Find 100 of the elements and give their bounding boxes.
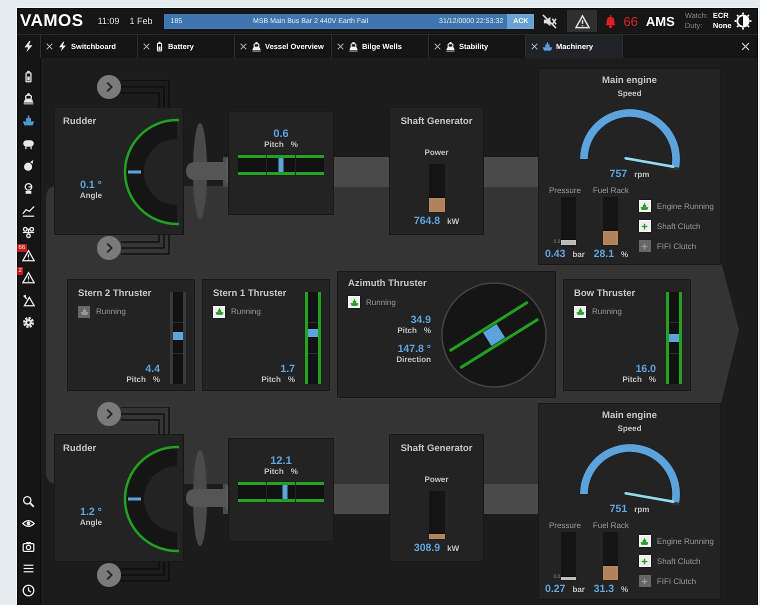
close-icon[interactable]	[530, 42, 539, 51]
rudder-marker	[128, 170, 141, 174]
pitch-value: 16.0	[636, 362, 656, 374]
network-icon[interactable]	[22, 226, 35, 240]
pitch-label: Pitch	[261, 374, 281, 384]
panel-title: Rudder	[63, 443, 98, 454]
warning-icon[interactable]	[22, 248, 35, 262]
unit-label: %	[152, 374, 160, 384]
running-label: Running	[592, 307, 622, 316]
pressure-label: Pressure	[548, 186, 581, 195]
clock-time: 11:09	[98, 16, 120, 26]
direction-value: 147.8 °	[398, 343, 431, 355]
running-label: Running	[231, 307, 261, 316]
pressure-value: 0.27	[545, 583, 566, 595]
unit-label: %	[621, 585, 628, 594]
settings-icon[interactable]	[22, 316, 35, 329]
ams-label[interactable]: AMS	[646, 14, 675, 28]
pitch-label: Pitch	[264, 467, 284, 476]
mute-icon[interactable]	[542, 14, 558, 28]
pitch-value: 1.7	[280, 362, 295, 374]
vessel-icon	[348, 41, 359, 52]
panel-title: Shaft Generator	[400, 443, 472, 454]
angle-label: Angle	[80, 191, 102, 200]
expand-button[interactable]	[97, 75, 121, 99]
unit-label: kW	[447, 217, 460, 226]
fuel-rack-label: Fuel Rack	[592, 186, 629, 195]
panel-title: Azimuth Thruster	[348, 278, 428, 289]
direction-label: Direction	[396, 355, 431, 364]
panel-title: Rudder	[63, 116, 98, 127]
power-label: Power	[424, 148, 448, 157]
logo: VAMOS	[20, 11, 84, 31]
power-value: 764.8	[414, 215, 440, 227]
warning-icon[interactable]	[22, 271, 35, 284]
alarm-filter-button[interactable]	[567, 10, 598, 32]
indicator-label: FIFI Clutch	[656, 576, 696, 586]
unit-label: %	[290, 140, 298, 149]
close-icon[interactable]	[433, 42, 442, 51]
panel-title: Stern 2 Thruster	[78, 288, 152, 298]
vessel-icon	[251, 41, 262, 52]
indicator-label: Shaft Clutch	[656, 556, 700, 566]
fuel-rack-value: 28.1	[594, 248, 614, 260]
ship-icon[interactable]	[22, 114, 35, 128]
pitch-label: Pitch	[622, 374, 642, 384]
unit-label: %	[424, 326, 431, 335]
clock-icon[interactable]	[22, 584, 35, 598]
battery-icon	[154, 41, 165, 52]
indicator-label: Shaft Clutch	[656, 222, 700, 230]
unit-label: rpm	[634, 170, 650, 179]
angle-value: 1.2 °	[80, 506, 102, 518]
close-icon[interactable]	[239, 42, 248, 51]
menu-icon[interactable]	[22, 562, 35, 575]
expand-button[interactable]	[97, 563, 121, 587]
pressure-label: Pressure	[548, 521, 581, 530]
running-label: Running	[96, 307, 126, 316]
pitch-label: Pitch	[126, 374, 146, 384]
close-icon[interactable]	[142, 42, 151, 51]
unit-label: %	[648, 374, 656, 384]
power-value: 308.9	[414, 542, 440, 554]
lightning-icon[interactable]	[22, 40, 35, 53]
fuel-rack-label: Fuel Rack	[592, 521, 629, 530]
pitch-value: 34.9	[410, 314, 431, 326]
speed-value: 751	[610, 503, 628, 515]
gauge-needle	[624, 492, 674, 503]
speed-value: 757	[610, 168, 628, 180]
panel-title: Main engine	[602, 410, 657, 421]
unit-label: bar	[572, 585, 585, 594]
unit-label: %	[288, 374, 295, 384]
unit-label: rpm	[634, 505, 650, 514]
pitch-label: Pitch	[397, 326, 417, 335]
close-icon[interactable]	[740, 41, 751, 52]
camera-icon[interactable]	[22, 540, 35, 553]
alarm-count: 66	[623, 14, 638, 28]
panel-title: Shaft Generator	[400, 116, 472, 127]
trend-icon[interactable]	[22, 204, 35, 218]
unit-label: bar	[572, 250, 585, 259]
angle-value: 0.1 °	[80, 179, 102, 191]
theme-icon[interactable]	[734, 12, 752, 30]
pitch-value: 4.4	[145, 362, 160, 374]
gauge-needle	[624, 156, 674, 168]
pressure-value: 0.43	[545, 248, 566, 260]
indicator-label: Engine Running	[656, 536, 714, 546]
rudder-marker	[128, 498, 141, 500]
unit-label: %	[621, 250, 628, 259]
lightning-icon	[57, 41, 68, 52]
speed-label: Speed	[617, 89, 642, 98]
warning-icon[interactable]	[22, 294, 35, 307]
pump-icon[interactable]	[22, 182, 35, 195]
close-icon[interactable]	[336, 42, 345, 51]
gauge-track	[669, 501, 679, 505]
date: 1 Feb	[129, 16, 152, 26]
pitch-value: 0.6	[273, 128, 289, 140]
pitch-value: 12.1	[270, 455, 292, 467]
vessel-icon[interactable]	[22, 92, 35, 106]
panel-title: Bow Thruster	[574, 288, 636, 298]
ship-icon	[542, 41, 553, 52]
close-icon[interactable]	[45, 42, 54, 51]
zoom-icon[interactable]	[22, 494, 35, 508]
panel-title: Main engine	[602, 75, 657, 86]
fuel-rack-value: 31.3	[594, 583, 614, 595]
blob-icon[interactable]	[22, 159, 35, 172]
